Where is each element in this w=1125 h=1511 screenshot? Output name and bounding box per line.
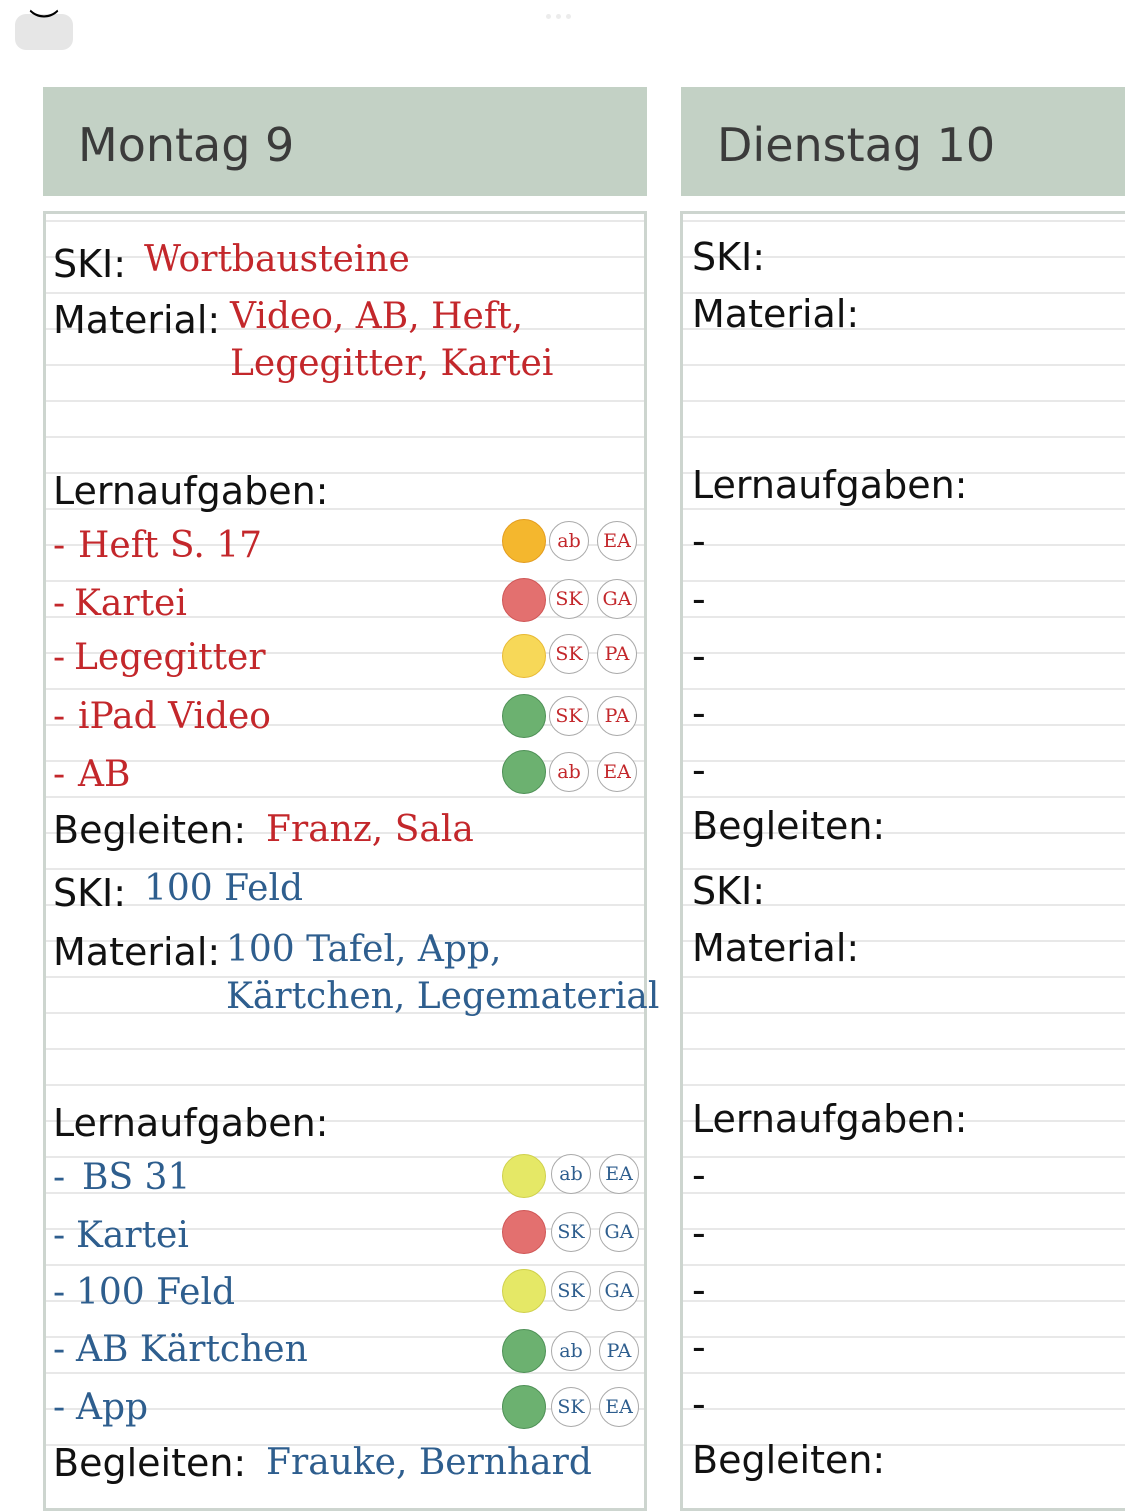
badge-ea[interactable]: EA <box>599 1154 639 1194</box>
begleiten-label: Begleiten: <box>692 804 886 848</box>
task-dash: - <box>692 519 706 563</box>
task-text: App <box>76 1387 149 1428</box>
status-dot-red[interactable] <box>502 578 546 622</box>
day-body-tuesday: SKI: Material: Lernaufgaben: - - - - - B… <box>680 211 1125 1511</box>
task-text: Kartei <box>76 1215 189 1256</box>
badge-ga[interactable]: GA <box>599 1271 639 1311</box>
task-dash: - <box>692 1153 706 1197</box>
status-dot-yellow[interactable] <box>502 634 546 678</box>
badge-pa[interactable]: PA <box>597 696 637 736</box>
task-dash: - <box>53 1329 66 1370</box>
badge-pa[interactable]: PA <box>597 634 637 674</box>
material-value: Kärtchen, Legematerial <box>226 976 660 1017</box>
task-dash: - <box>692 577 706 621</box>
begleiten-label: Begleiten: <box>692 1438 886 1482</box>
task-dash: - <box>53 1215 66 1256</box>
material-label: Material: <box>692 292 860 336</box>
task-text: Kartei <box>74 583 187 624</box>
badge-sk[interactable]: SK <box>551 1271 591 1311</box>
lernaufgaben-label: Lernaufgaben: <box>53 1101 329 1145</box>
lernaufgaben-label: Lernaufgaben: <box>692 463 968 507</box>
task-text: Legegitter <box>74 637 266 678</box>
task-dash: - <box>692 1325 706 1369</box>
badge-ga[interactable]: GA <box>599 1212 639 1252</box>
task-dash: - <box>692 1268 706 1312</box>
task-text: AB Kärtchen <box>76 1329 308 1370</box>
collapse-button[interactable]: ︶ <box>15 11 73 50</box>
status-dot-orange[interactable] <box>502 519 546 563</box>
begleiten-value: Frauke, Bernhard <box>266 1442 592 1483</box>
material-value: 100 Tafel, App, <box>226 929 502 970</box>
task-dash: - <box>53 696 66 737</box>
material-value: Legegitter, Kartei <box>230 343 554 384</box>
lernaufgaben-label: Lernaufgaben: <box>692 1097 968 1141</box>
badge-ea[interactable]: EA <box>597 521 637 561</box>
badge-sk[interactable]: SK <box>549 579 589 619</box>
task-dash: - <box>692 1211 706 1255</box>
material-label: Material: <box>53 298 221 342</box>
begleiten-value: Franz, Sala <box>266 809 474 850</box>
badge-ab[interactable]: ab <box>551 1154 591 1194</box>
status-dot-lime[interactable] <box>502 1269 546 1313</box>
badge-ea[interactable]: EA <box>597 752 637 792</box>
begleiten-label: Begleiten: <box>53 808 247 852</box>
status-dot-green[interactable] <box>502 750 546 794</box>
task-dash: - <box>53 525 66 566</box>
day-title: Montag 9 <box>78 118 295 172</box>
material-value: Video, AB, Heft, <box>230 296 524 337</box>
task-text: iPad Video <box>78 696 271 737</box>
status-dot-lime[interactable] <box>502 1154 546 1198</box>
badge-ab[interactable]: ab <box>549 521 589 561</box>
chevron-down-icon: ︶ <box>29 8 59 43</box>
begleiten-label: Begleiten: <box>53 1441 247 1485</box>
task-dash: - <box>53 1157 66 1198</box>
task-dash: - <box>692 748 706 792</box>
task-text: 100 Feld <box>76 1272 236 1313</box>
status-dot-green[interactable] <box>502 1385 546 1429</box>
task-dash: - <box>692 691 706 735</box>
ski-label: SKI: <box>53 242 127 286</box>
badge-ga[interactable]: GA <box>597 579 637 619</box>
material-label: Material: <box>53 930 221 974</box>
badge-sk[interactable]: SK <box>549 634 589 674</box>
lernaufgaben-label: Lernaufgaben: <box>53 469 329 513</box>
task-dash: - <box>692 634 706 678</box>
task-dash: - <box>53 1272 66 1313</box>
status-dot-green[interactable] <box>502 694 546 738</box>
day-header-tuesday: Dienstag 10 <box>681 87 1125 196</box>
day-body-monday: SKI: Wortbausteine Material: Video, AB, … <box>43 211 659 1511</box>
badge-ea[interactable]: EA <box>599 1387 639 1427</box>
task-text: AB <box>78 754 131 795</box>
ski-value: 100 Feld <box>144 868 304 909</box>
day-title: Dienstag 10 <box>717 118 996 172</box>
material-label: Material: <box>692 926 860 970</box>
task-text: BS 31 <box>82 1157 191 1198</box>
task-dash: - <box>53 637 66 678</box>
status-dot-green[interactable] <box>502 1329 546 1373</box>
ski-label: SKI: <box>692 235 766 279</box>
badge-pa[interactable]: PA <box>599 1331 639 1371</box>
task-text: Heft S. 17 <box>78 525 263 566</box>
drag-handle[interactable] <box>546 14 571 19</box>
task-dash: - <box>692 1382 706 1426</box>
badge-ab[interactable]: ab <box>549 752 589 792</box>
badge-sk[interactable]: SK <box>551 1212 591 1252</box>
ski-label: SKI: <box>692 869 766 913</box>
ski-value: Wortbausteine <box>144 239 410 280</box>
task-dash: - <box>53 1387 66 1428</box>
task-dash: - <box>53 583 66 624</box>
status-dot-red[interactable] <box>502 1210 546 1254</box>
badge-sk[interactable]: SK <box>551 1387 591 1427</box>
badge-sk[interactable]: SK <box>549 696 589 736</box>
task-dash: - <box>53 754 66 795</box>
day-header-monday: Montag 9 <box>43 87 647 196</box>
ski-label: SKI: <box>53 871 127 915</box>
badge-ab[interactable]: ab <box>551 1331 591 1371</box>
